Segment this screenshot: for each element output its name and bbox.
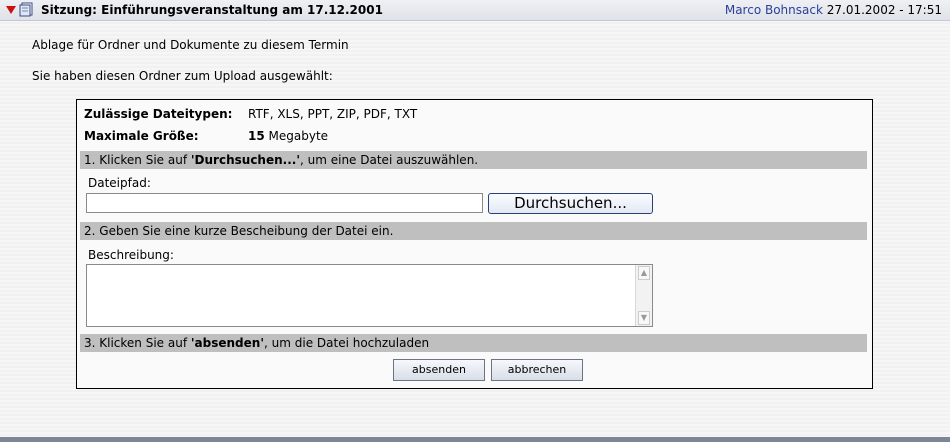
header-meta: Marco Bohnsack 27.01.2002 - 17:51 (725, 3, 942, 17)
user-name[interactable]: Marco Bohnsack (725, 3, 823, 17)
filepath-label: Dateipfad: (88, 176, 151, 190)
description-textarea[interactable]: ▲ ▼ (86, 264, 653, 327)
browse-button[interactable]: Durchsuchen... (488, 193, 653, 214)
maxsize-value: 15 Megabyte (248, 129, 328, 143)
document-icon (19, 2, 33, 17)
cancel-button[interactable]: abbrechen (491, 359, 583, 381)
step1-tail: , um eine Datei auszuwählen. (300, 153, 479, 167)
title-bar: Sitzung: Einführungsveranstaltung am 17.… (0, 0, 950, 21)
selection-text: Sie haben diesen Ordner zum Upload ausge… (32, 69, 333, 83)
bottom-border (0, 437, 950, 442)
step3-text: 3. Klicken Sie auf (84, 336, 191, 350)
step3-keyword: 'absenden' (190, 336, 265, 350)
description-label: Beschreibung: (88, 248, 174, 262)
step1-keyword: 'Durchsuchen...' (190, 153, 300, 167)
maxsize-unit: Megabyte (268, 129, 329, 143)
collapse-arrow-icon[interactable] (6, 6, 16, 14)
page-title: Sitzung: Einführungsveranstaltung am 17.… (41, 3, 383, 17)
maxsize-label: Maximale Größe: (84, 129, 199, 143)
scroll-down-icon[interactable]: ▼ (638, 311, 650, 325)
filepath-input[interactable] (86, 193, 483, 213)
upload-form: Zulässige Dateitypen: RTF, XLS, PPT, ZIP… (76, 99, 873, 389)
step2-bar: 2. Geben Sie eine kurze Bescheibung der … (80, 222, 867, 240)
submit-button[interactable]: absenden (393, 359, 485, 381)
filetypes-value: RTF, XLS, PPT, ZIP, PDF, TXT (248, 107, 418, 121)
scroll-up-icon[interactable]: ▲ (638, 266, 650, 280)
step1-bar: 1. Klicken Sie auf 'Durchsuchen...', um … (80, 151, 867, 169)
description-scrollbar[interactable]: ▲ ▼ (635, 265, 652, 326)
filetypes-label: Zulässige Dateitypen: (84, 107, 233, 121)
intro-text: Ablage für Ordner und Dokumente zu diese… (32, 38, 349, 52)
step3-tail: , um die Datei hochzuladen (264, 336, 430, 350)
step1-text: 1. Klicken Sie auf (84, 153, 191, 167)
maxsize-number: 15 (248, 129, 265, 143)
step3-bar: 3. Klicken Sie auf 'absenden', um die Da… (80, 334, 867, 352)
timestamp: 27.01.2002 - 17:51 (826, 3, 942, 17)
